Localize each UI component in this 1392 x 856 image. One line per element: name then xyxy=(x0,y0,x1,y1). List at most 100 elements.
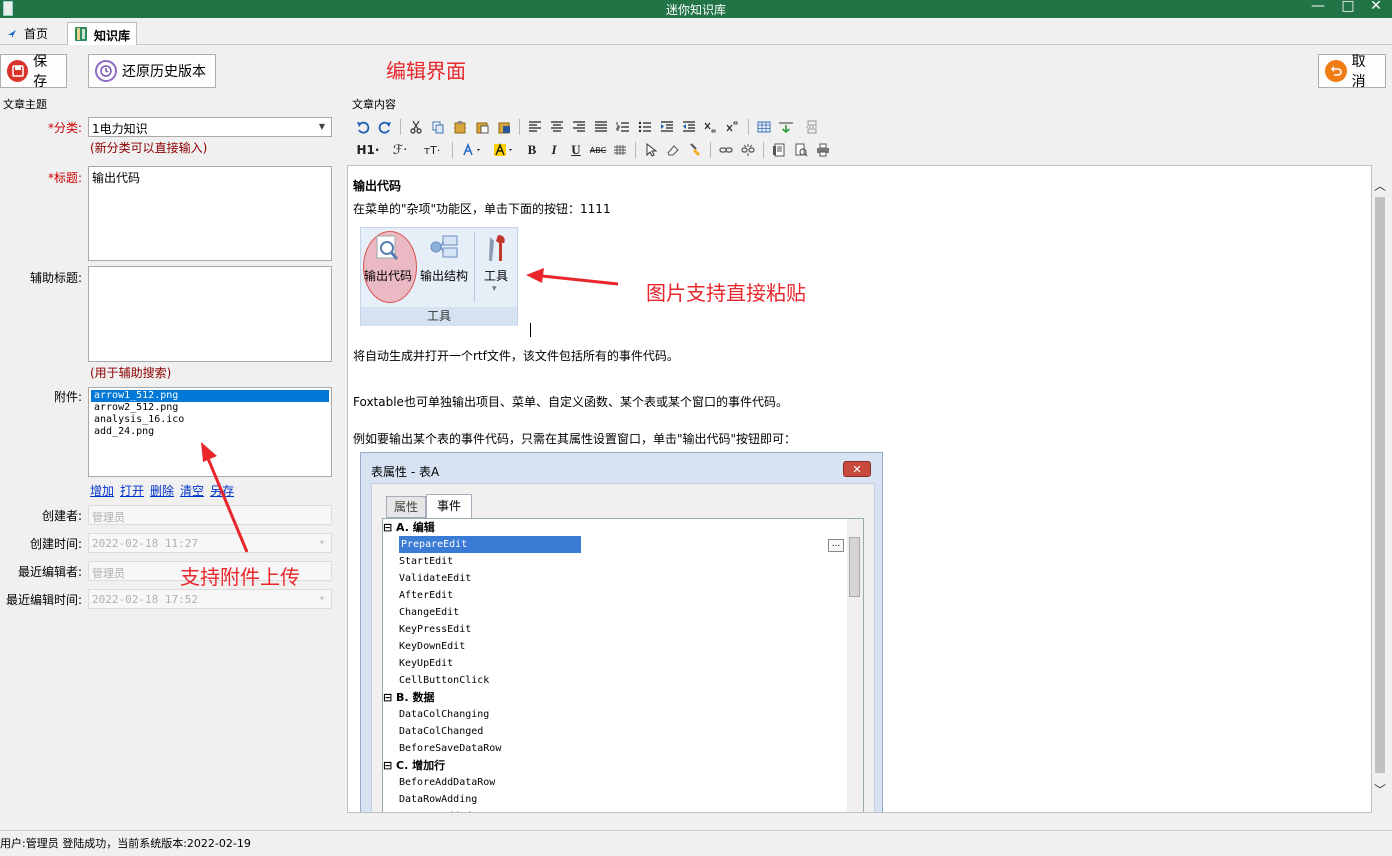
save-button[interactable]: 保存 xyxy=(0,54,67,90)
save-label: 保存 xyxy=(33,54,48,90)
event-rows: ⊟ A. 编辑 PrepareEdit StartEdit ValidateEdit A… xyxy=(383,519,853,812)
rich-text-editor[interactable]: 输出代码 在菜单的"杂项"功能区，单击下面的按钮：1111 输出代码 输出结构 … xyxy=(347,165,1372,813)
title-value: 输出代码 xyxy=(92,171,141,185)
align-left-icon[interactable] xyxy=(524,117,546,137)
paste-icon[interactable] xyxy=(449,117,471,137)
chevron-down-icon[interactable]: ▼ xyxy=(315,120,329,134)
subscript-icon[interactable] xyxy=(700,117,722,137)
strikethrough-button[interactable]: ABC xyxy=(587,140,609,160)
italic-button[interactable]: I xyxy=(543,140,565,160)
cancel-label: 取消 xyxy=(1351,54,1366,90)
heading-dropdown[interactable]: H1· xyxy=(352,140,384,160)
category-combo[interactable]: 1电力知识 ▼ xyxy=(88,117,332,137)
select-pointer-icon[interactable] xyxy=(640,140,662,160)
event-name: BeforeSaveDataRow xyxy=(399,743,502,754)
align-justify-icon[interactable] xyxy=(590,117,612,137)
book-icon xyxy=(74,26,88,45)
dialog-scrollbar xyxy=(847,519,863,812)
output-code-icon xyxy=(375,234,401,265)
bullet-list-icon[interactable] xyxy=(634,117,656,137)
event-name: BeforeAddDataRow xyxy=(399,777,496,788)
unlink-icon[interactable] xyxy=(737,140,759,160)
attachment-upload-note: 支持附件上传 xyxy=(180,565,300,589)
event-row: DataRowAdding xyxy=(383,791,853,808)
link-icon[interactable] xyxy=(715,140,737,160)
maximize-button[interactable]: □ xyxy=(1337,0,1359,16)
font-size-dropdown[interactable]: тT· xyxy=(416,140,448,160)
font-dropdown[interactable]: ℱ· xyxy=(384,140,416,160)
toolbar-separator xyxy=(763,142,764,158)
last-editor-label: 最近编辑者: xyxy=(17,565,82,579)
paste-text-icon[interactable] xyxy=(471,117,493,137)
tab-events: 事件 xyxy=(426,494,472,518)
superscript-icon[interactable] xyxy=(722,117,744,137)
event-row: StartEdit xyxy=(383,553,853,570)
delete-attachment-link[interactable]: 删除 xyxy=(150,484,174,498)
bold-button[interactable]: B xyxy=(521,140,543,160)
indent-icon[interactable] xyxy=(656,117,678,137)
tab-home-label: 首页 xyxy=(24,27,49,41)
list-item[interactable]: arrow2_512.png xyxy=(91,402,329,414)
event-row: KeyPressEdit xyxy=(383,621,853,638)
preview-icon[interactable] xyxy=(790,140,812,160)
toolbar-separator xyxy=(519,119,520,135)
dialog-body: 属性 事件 ⊟ A. 编辑 PrepareEdit StartEdit Validat… xyxy=(371,483,875,812)
editor-scroll-thumb[interactable] xyxy=(1375,197,1385,773)
cancel-button[interactable]: 取消 xyxy=(1318,54,1386,90)
title-textarea[interactable]: 输出代码 xyxy=(88,166,332,261)
align-center-icon[interactable] xyxy=(546,117,568,137)
chevron-down-icon: ▼ xyxy=(319,594,325,603)
subtitle-hint: (用于辅助搜索) xyxy=(90,366,172,380)
event-row: DataColChanging xyxy=(383,706,853,723)
attachment-arrow-annotation xyxy=(201,442,249,553)
event-name: DataColChanged xyxy=(399,726,484,737)
insert-row-icon[interactable] xyxy=(775,117,797,137)
editor-toolbar-row-1 xyxy=(352,116,823,138)
event-group: ⊟ C. 增加行 xyxy=(383,757,853,774)
tab-home[interactable]: 首页 xyxy=(0,22,54,45)
list-item[interactable]: analysis_16.ico xyxy=(91,414,329,426)
tab-knowledge-base[interactable]: 知识库 xyxy=(67,22,138,45)
subtitle-label: 辅助标题: xyxy=(29,271,82,285)
close-button[interactable]: ✕ xyxy=(1365,0,1387,16)
minimize-button[interactable]: — xyxy=(1307,0,1329,16)
event-row: DataRowAdded xyxy=(383,808,853,812)
numbered-list-icon[interactable] xyxy=(612,117,634,137)
event-row: CellButtonClick xyxy=(383,672,853,689)
copy-icon[interactable] xyxy=(427,117,449,137)
cut-icon[interactable] xyxy=(405,117,427,137)
list-item[interactable]: add_24.png xyxy=(91,426,329,438)
font-color-icon[interactable] xyxy=(457,140,489,160)
align-right-icon[interactable] xyxy=(568,117,590,137)
source-view-icon[interactable] xyxy=(768,140,790,160)
list-item[interactable]: arrow1_512.png xyxy=(91,390,329,402)
redo-icon[interactable] xyxy=(374,117,396,137)
subtitle-textarea[interactable] xyxy=(88,266,332,362)
highlight-color-icon[interactable] xyxy=(489,140,521,160)
event-name: KeyPressEdit xyxy=(399,624,472,635)
toolbar-separator xyxy=(635,142,636,158)
underline-button[interactable]: U xyxy=(565,140,587,160)
format-painter-icon[interactable] xyxy=(684,140,706,160)
eraser-icon[interactable] xyxy=(662,140,684,160)
save-icon xyxy=(7,60,29,82)
outdent-icon[interactable] xyxy=(678,117,700,137)
chevron-down-icon[interactable]: ﹀ xyxy=(1374,781,1386,798)
ellipsis-button: ... xyxy=(828,539,844,552)
tools-icon xyxy=(484,233,510,266)
event-name: CellButtonClick xyxy=(399,675,490,686)
created-time-value: 2022-02-18 11:27 xyxy=(92,537,198,550)
grid-format-icon[interactable] xyxy=(609,140,631,160)
print-icon[interactable] xyxy=(812,140,834,160)
page-break-icon[interactable] xyxy=(801,117,823,137)
chevron-up-icon[interactable]: ︿ xyxy=(1374,177,1386,194)
table-icon[interactable] xyxy=(753,117,775,137)
restore-history-button[interactable]: 还原历史版本 xyxy=(88,54,216,88)
open-attachment-link[interactable]: 打开 xyxy=(120,484,144,498)
paste-word-icon[interactable] xyxy=(493,117,515,137)
add-attachment-link[interactable]: 增加 xyxy=(90,484,114,498)
editor-scrollbar[interactable]: ︿ ﹀ xyxy=(1372,165,1388,813)
undo-icon[interactable] xyxy=(352,117,374,137)
event-name: AfterEdit xyxy=(399,590,454,601)
ribbon-tools-label: 工具 xyxy=(484,269,509,283)
